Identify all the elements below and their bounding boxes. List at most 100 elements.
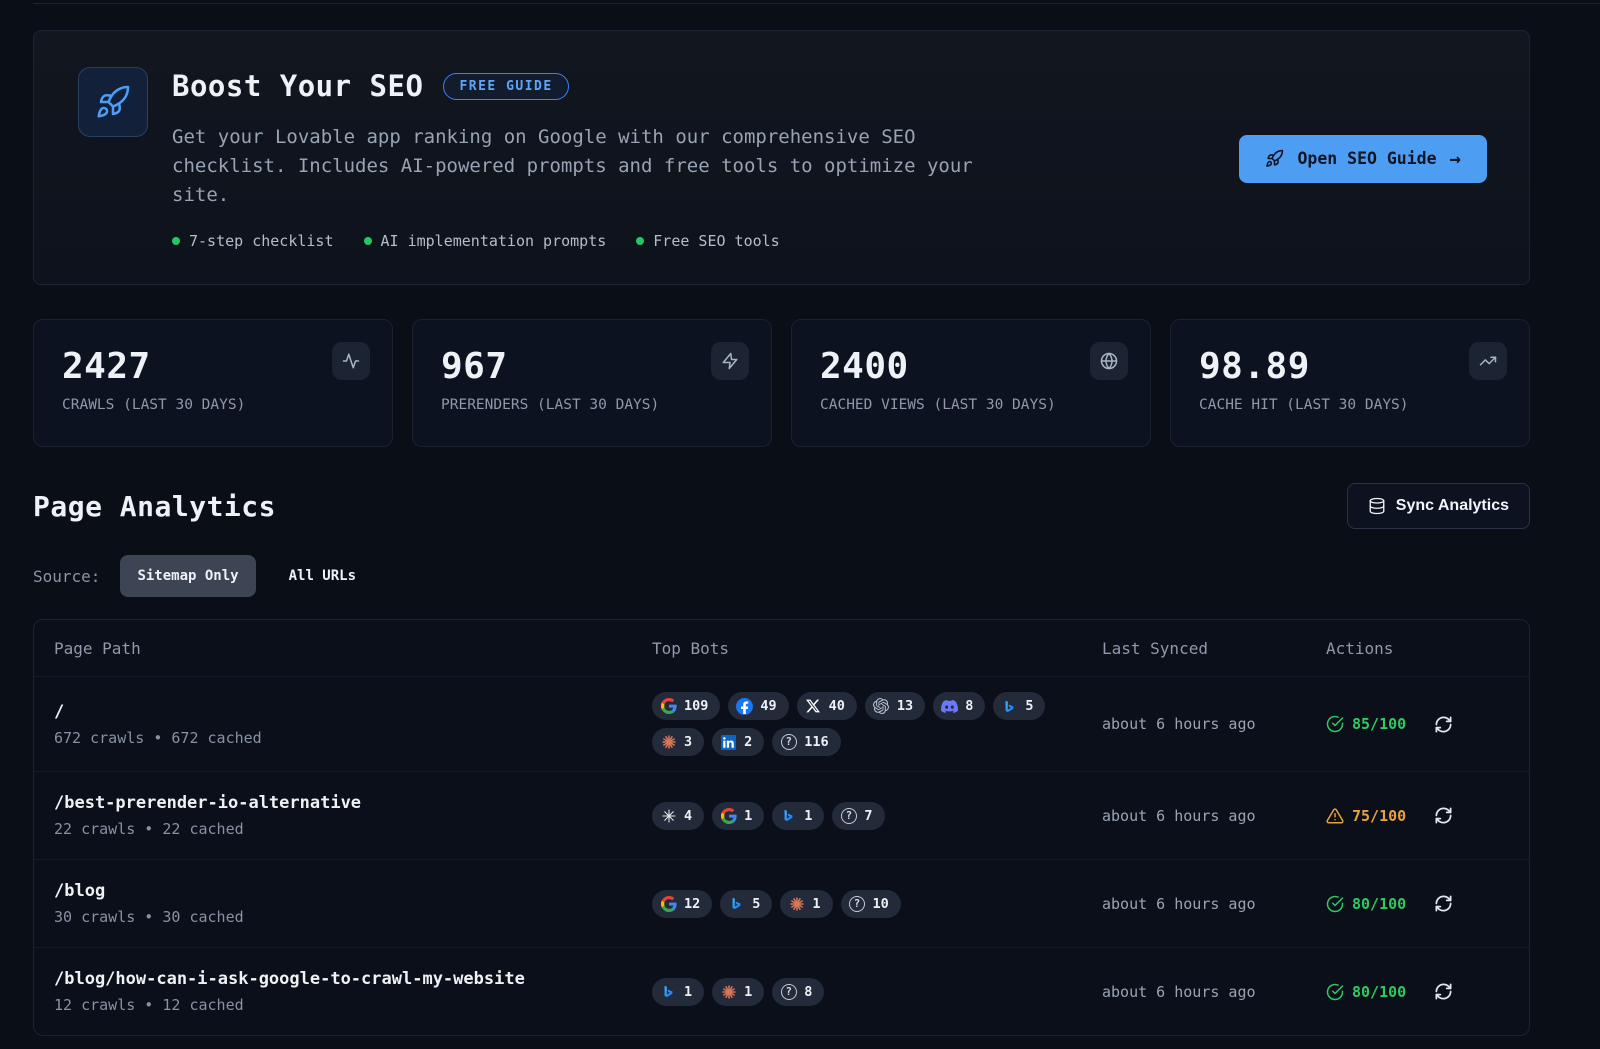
- bing-bot-icon: [660, 983, 677, 1000]
- cta-label: Open SEO Guide: [1297, 149, 1436, 168]
- refresh-button[interactable]: [1432, 980, 1455, 1003]
- stat-cards: 2427 CRAWLS (LAST 30 DAYS) 967 PRERENDER…: [33, 319, 1530, 447]
- source-label: Source:: [33, 567, 100, 586]
- open-seo-guide-button[interactable]: Open SEO Guide →: [1239, 135, 1487, 183]
- green-dot-icon: [172, 237, 180, 245]
- bot-count: 13: [897, 698, 913, 714]
- stat-card-cached-views: 2400 CACHED VIEWS (LAST 30 DAYS): [791, 319, 1151, 447]
- bot-badge-bing: 5: [720, 890, 772, 918]
- bot-badge-unknown: ?8: [772, 978, 824, 1006]
- bing-bot-icon: [728, 895, 745, 912]
- bot-count: 8: [804, 984, 812, 1000]
- openai-bot-icon: [873, 698, 890, 715]
- bot-badge-linkedin: 2: [712, 728, 764, 756]
- last-synced: about 6 hours ago: [1102, 895, 1326, 913]
- page-crawl-stats: 30 crawls • 30 cached: [54, 908, 652, 926]
- zap-icon: [711, 342, 749, 380]
- refresh-button[interactable]: [1432, 804, 1455, 827]
- last-synced: about 6 hours ago: [1102, 807, 1326, 825]
- feature-label: AI implementation prompts: [381, 232, 607, 250]
- bot-badge-discord: 8: [933, 692, 985, 720]
- source-option-sitemap-only[interactable]: Sitemap Only: [120, 555, 255, 597]
- feature-label: Free SEO tools: [653, 232, 779, 250]
- bot-badges: 109 49 40 13 8 5 3 2 ?116: [652, 692, 1092, 756]
- arrow-right-icon: →: [1450, 148, 1461, 170]
- refresh-icon: [1434, 894, 1453, 913]
- table-row: /blog/how-can-i-ask-google-to-crawl-my-w…: [34, 947, 1529, 1035]
- bot-badges: 411?7: [652, 802, 1092, 830]
- activity-icon: [332, 342, 370, 380]
- bot-badge-x: 40: [797, 692, 857, 720]
- score-badge: 85/100: [1326, 715, 1406, 733]
- column-header-last-synced: Last Synced: [1102, 639, 1326, 658]
- bot-badge-claude: 1: [712, 978, 764, 1006]
- stat-card-prerenders: 967 PRERENDERS (LAST 30 DAYS): [412, 319, 772, 447]
- page-path: /blog/how-can-i-ask-google-to-crawl-my-w…: [54, 969, 652, 989]
- source-option-all-urls[interactable]: All URLs: [272, 555, 373, 597]
- bot-badge-unknown: ?116: [772, 728, 840, 756]
- page-crawl-stats: 12 crawls • 12 cached: [54, 996, 652, 1014]
- database-icon: [1368, 497, 1386, 515]
- unknown-bot-icon: ?: [849, 895, 866, 912]
- banner-title: Boost Your SEO: [172, 69, 423, 103]
- bot-badges: 12 5 1? 10: [652, 890, 1092, 918]
- warning-triangle-icon: [1326, 807, 1344, 825]
- sync-analytics-label: Sync Analytics: [1396, 497, 1509, 515]
- page-crawl-stats: 672 crawls • 672 cached: [54, 729, 652, 747]
- bot-badge-claude: 1: [780, 890, 832, 918]
- unknown-bot-icon: ?: [840, 807, 857, 824]
- google-bot-icon: [660, 698, 677, 715]
- stat-label: PRERENDERS (LAST 30 DAYS): [441, 397, 743, 413]
- last-synced: about 6 hours ago: [1102, 715, 1326, 733]
- rocket-icon: [1265, 149, 1284, 168]
- feature-label: 7-step checklist: [189, 232, 334, 250]
- bot-badge-asterisk: 4: [652, 802, 704, 830]
- bot-count: 2: [744, 734, 752, 750]
- green-dot-icon: [636, 237, 644, 245]
- sync-analytics-button[interactable]: Sync Analytics: [1347, 483, 1530, 529]
- bot-count: 3: [684, 734, 692, 750]
- stat-label: CACHE HIT (LAST 30 DAYS): [1199, 397, 1501, 413]
- score-value: 80/100: [1352, 895, 1406, 913]
- source-toggle: Sitemap Only All URLs: [120, 555, 373, 597]
- refresh-button[interactable]: [1432, 713, 1455, 736]
- bot-badge-unknown: ? 10: [841, 890, 901, 918]
- claude-bot-icon: [660, 734, 677, 751]
- bot-badges: 11?8: [652, 978, 1092, 1006]
- bot-count: 12: [684, 896, 700, 912]
- check-circle-icon: [1326, 715, 1344, 733]
- bot-count: 10: [873, 896, 889, 912]
- claude-bot-icon: [788, 895, 805, 912]
- asterisk-bot-icon: [660, 807, 677, 824]
- green-dot-icon: [364, 237, 372, 245]
- bot-badge-unknown: ?7: [832, 802, 884, 830]
- stat-card-crawls: 2427 CRAWLS (LAST 30 DAYS): [33, 319, 393, 447]
- bot-badge-google: 12: [652, 890, 712, 918]
- bot-count: 1: [744, 984, 752, 1000]
- score-value: 80/100: [1352, 983, 1406, 1001]
- score-badge: 80/100: [1326, 983, 1406, 1001]
- google-bot-icon: [720, 807, 737, 824]
- trending-up-icon: [1469, 342, 1507, 380]
- refresh-button[interactable]: [1432, 892, 1455, 915]
- question-mark-icon: ?: [841, 808, 857, 824]
- bot-count: 40: [829, 698, 845, 714]
- page-analytics-table: Page Path Top Bots Last Synced Actions /…: [33, 619, 1530, 1036]
- facebook-bot-icon: [736, 698, 753, 715]
- page-path: /: [54, 702, 652, 722]
- top-divider: [33, 3, 1600, 4]
- page-crawl-stats: 22 crawls • 22 cached: [54, 820, 652, 838]
- bot-badge-google: 109: [652, 692, 720, 720]
- bot-badge-bing: 5: [993, 692, 1045, 720]
- google-bot-icon: [660, 895, 677, 912]
- bot-count: 5: [752, 896, 760, 912]
- stat-value: 967: [441, 346, 743, 387]
- bot-count: 4: [684, 808, 692, 824]
- bot-count: 49: [760, 698, 776, 714]
- linkedin-bot-icon: [720, 734, 737, 751]
- bot-count: 5: [1025, 698, 1033, 714]
- question-mark-icon: ?: [781, 734, 797, 750]
- unknown-bot-icon: ?: [780, 983, 797, 1000]
- bot-badge-openai: 13: [865, 692, 925, 720]
- bing-bot-icon: [1001, 698, 1018, 715]
